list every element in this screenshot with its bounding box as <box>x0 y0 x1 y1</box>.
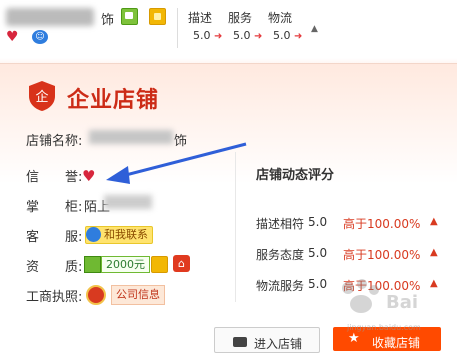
enterprise-shield-icon: 企 <box>29 81 55 111</box>
baidu-jingyan-watermark: Bai <box>342 279 418 313</box>
business-license-label: 工商执照: <box>26 290 83 305</box>
arrow-up-icon: ▲ <box>430 247 438 258</box>
arrow-up-icon: ➜ <box>214 31 223 42</box>
quality-icon[interactable] <box>149 8 166 25</box>
quality-icon[interactable] <box>151 256 168 273</box>
consumer-guarantee-icon[interactable] <box>121 8 138 25</box>
wangwang-icon <box>86 227 101 242</box>
arrow-up-icon: ➜ <box>254 31 263 42</box>
arrow-up-icon: ▲ <box>430 216 438 227</box>
card-divider <box>235 152 236 302</box>
svg-text:Bai: Bai <box>386 292 418 313</box>
business-emblem-icon[interactable] <box>86 285 106 305</box>
shop-type-title: 企业店铺 <box>67 88 160 113</box>
header-divider <box>177 8 178 48</box>
dynamic-row-compare: 高于100.00% <box>343 248 421 262</box>
credit-label: 信 誉: <box>26 170 83 185</box>
dynamic-row-score: 5.0 <box>308 246 328 260</box>
rating-score-logistics: 5.0 ➜ <box>273 29 303 42</box>
dynamic-row-compare: 高于100.00% <box>343 217 421 231</box>
dynamic-rating-title: 店铺动态评分 <box>256 168 335 183</box>
enterprise-badge-icon[interactable]: ⌂ <box>173 255 190 272</box>
enter-shop-button[interactable]: 进入店铺 <box>214 327 320 353</box>
credit-heart-icon: ♥ <box>82 167 96 185</box>
chevron-up-icon[interactable]: ▲ <box>311 24 318 34</box>
rating-label-desc: 描述 <box>188 11 213 25</box>
arrow-up-icon: ➜ <box>294 31 303 42</box>
shop-name-label: 店铺名称: <box>26 134 83 149</box>
deposit-icon[interactable] <box>84 256 101 273</box>
shop-name-blurred <box>6 8 94 26</box>
qualification-label: 资 质: <box>26 260 83 275</box>
rating-label-service: 服务 <box>228 11 253 25</box>
pointer-arrow <box>106 142 247 184</box>
dynamic-row-score: 5.0 <box>308 215 328 229</box>
dynamic-row-label: 服务态度 <box>256 248 305 262</box>
service-label: 客 服: <box>26 230 83 245</box>
shop-icon <box>233 337 247 347</box>
dynamic-row-label: 描述相符 <box>256 217 305 231</box>
shop-header-bar: 饰 ♥ ☺ 描述 服务 物流 5.0 ➜ 5.0 ➜ 5.0 ➜ ▲ <box>0 0 457 58</box>
dynamic-row-label: 物流服务 <box>256 279 305 293</box>
watermark-url: jingyan.baidu.com <box>347 323 421 332</box>
keeper-label: 掌 柜: <box>26 200 83 215</box>
shop-name-suffix[interactable]: 饰 <box>101 9 114 28</box>
credit-heart-icon: ♥ <box>6 29 19 45</box>
rating-score-service: 5.0 ➜ <box>233 29 263 42</box>
rating-score-desc: 5.0 ➜ <box>193 29 223 42</box>
wangwang-icon[interactable]: ☺ <box>32 30 48 44</box>
rating-label-logistics: 物流 <box>268 11 293 25</box>
star-icon: ★ <box>348 331 360 346</box>
keeper-name-blurred <box>104 195 152 209</box>
dynamic-row-score: 5.0 <box>308 277 328 291</box>
deposit-amount[interactable]: 2000元 <box>101 256 150 273</box>
company-info-link[interactable]: 公司信息 <box>111 285 165 305</box>
svg-text:企: 企 <box>35 89 48 105</box>
